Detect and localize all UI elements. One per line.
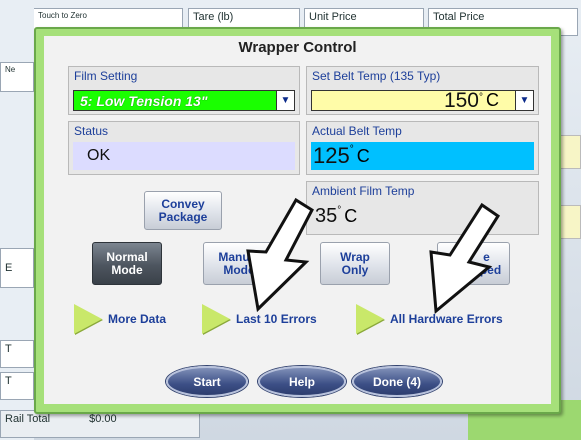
dialog-title: Wrapper Control xyxy=(238,39,357,56)
degree-symbol: ° xyxy=(479,92,483,103)
more-data-link[interactable]: More Data xyxy=(74,304,166,334)
left-field-t1: T xyxy=(0,340,34,368)
manual-mode-button[interactable]: Manual Mode xyxy=(203,242,275,285)
ambient-film-temp-unit: C xyxy=(344,205,358,226)
left-field-t2: T xyxy=(0,372,34,400)
actual-belt-temp-field: Actual Belt Temp 125 ° C xyxy=(306,121,539,175)
right-edge-panel-2 xyxy=(560,205,581,239)
wrap-only-button[interactable]: Wrap Only xyxy=(320,242,390,285)
convey-package-button[interactable]: Convey Package xyxy=(144,191,222,230)
status-field: Status OK xyxy=(68,121,300,175)
film-setting-select[interactable]: 5: Low Tension 13" ▼ xyxy=(73,90,295,111)
actual-belt-temp-label: Actual Belt Temp xyxy=(312,124,402,138)
belt-temp-dropdown-icon[interactable]: ▼ xyxy=(515,91,533,110)
status-label: Status xyxy=(74,124,109,138)
status-value: OK xyxy=(87,147,111,164)
last-10-errors-link[interactable]: Last 10 Errors xyxy=(202,304,317,334)
start-button[interactable]: Start xyxy=(166,366,248,397)
film-setting-value: 5: Low Tension 13" xyxy=(80,92,208,109)
fourth-mode-button[interactable]: e apped xyxy=(437,242,510,285)
normal-mode-button[interactable]: Normal Mode xyxy=(92,242,162,285)
actual-belt-temp-value-box: 125 ° C xyxy=(311,142,534,170)
belt-temp-setting-field: Set Belt Temp (135 Typ) 150 ° C ▼ xyxy=(306,66,539,115)
belt-temp-unit: C xyxy=(486,90,499,110)
belt-temp-value: 150 xyxy=(443,88,479,112)
all-hardware-errors-link[interactable]: All Hardware Errors xyxy=(356,304,503,334)
film-setting-dropdown-icon[interactable]: ▼ xyxy=(276,91,294,110)
play-triangle-icon xyxy=(356,304,384,334)
belt-temp-select[interactable]: 150 ° C ▼ xyxy=(311,88,534,112)
help-button[interactable]: Help xyxy=(258,366,346,397)
actual-belt-temp-unit: C xyxy=(356,145,370,166)
ambient-film-temp-field: Ambient Film Temp 35 ° C xyxy=(306,181,539,235)
wrapper-control-dialog: Wrapper Control Film Setting 5: Low Tens… xyxy=(34,27,561,414)
degree-symbol: ° xyxy=(337,205,342,216)
right-edge-panel-1 xyxy=(560,135,581,169)
status-value-box: OK xyxy=(73,142,295,170)
actual-belt-temp-value: 125 xyxy=(313,143,350,168)
ambient-film-temp-value-box: 35 ° C xyxy=(311,202,534,230)
ambient-film-temp-value: 35 xyxy=(315,204,338,227)
belt-temp-setting-label: Set Belt Temp (135 Typ) xyxy=(312,69,441,83)
degree-symbol: ° xyxy=(349,144,354,155)
ambient-film-temp-label: Ambient Film Temp xyxy=(312,184,415,198)
done-button[interactable]: Done (4) xyxy=(352,366,442,397)
play-triangle-icon xyxy=(74,304,102,334)
film-setting-value-box: 5: Low Tension 13" xyxy=(74,91,276,110)
rail-total-row: Rail Total $0.00 xyxy=(0,410,200,438)
left-field-e[interactable]: E xyxy=(0,248,34,288)
film-setting-label: Film Setting xyxy=(74,69,138,83)
dialog-body: Wrapper Control Film Setting 5: Low Tens… xyxy=(44,36,551,404)
film-setting-field: Film Setting 5: Low Tension 13" ▼ xyxy=(68,66,300,115)
left-field-ne: Ne xyxy=(0,62,34,92)
play-triangle-icon xyxy=(202,304,230,334)
belt-temp-value-box: 150 ° C xyxy=(312,88,515,112)
